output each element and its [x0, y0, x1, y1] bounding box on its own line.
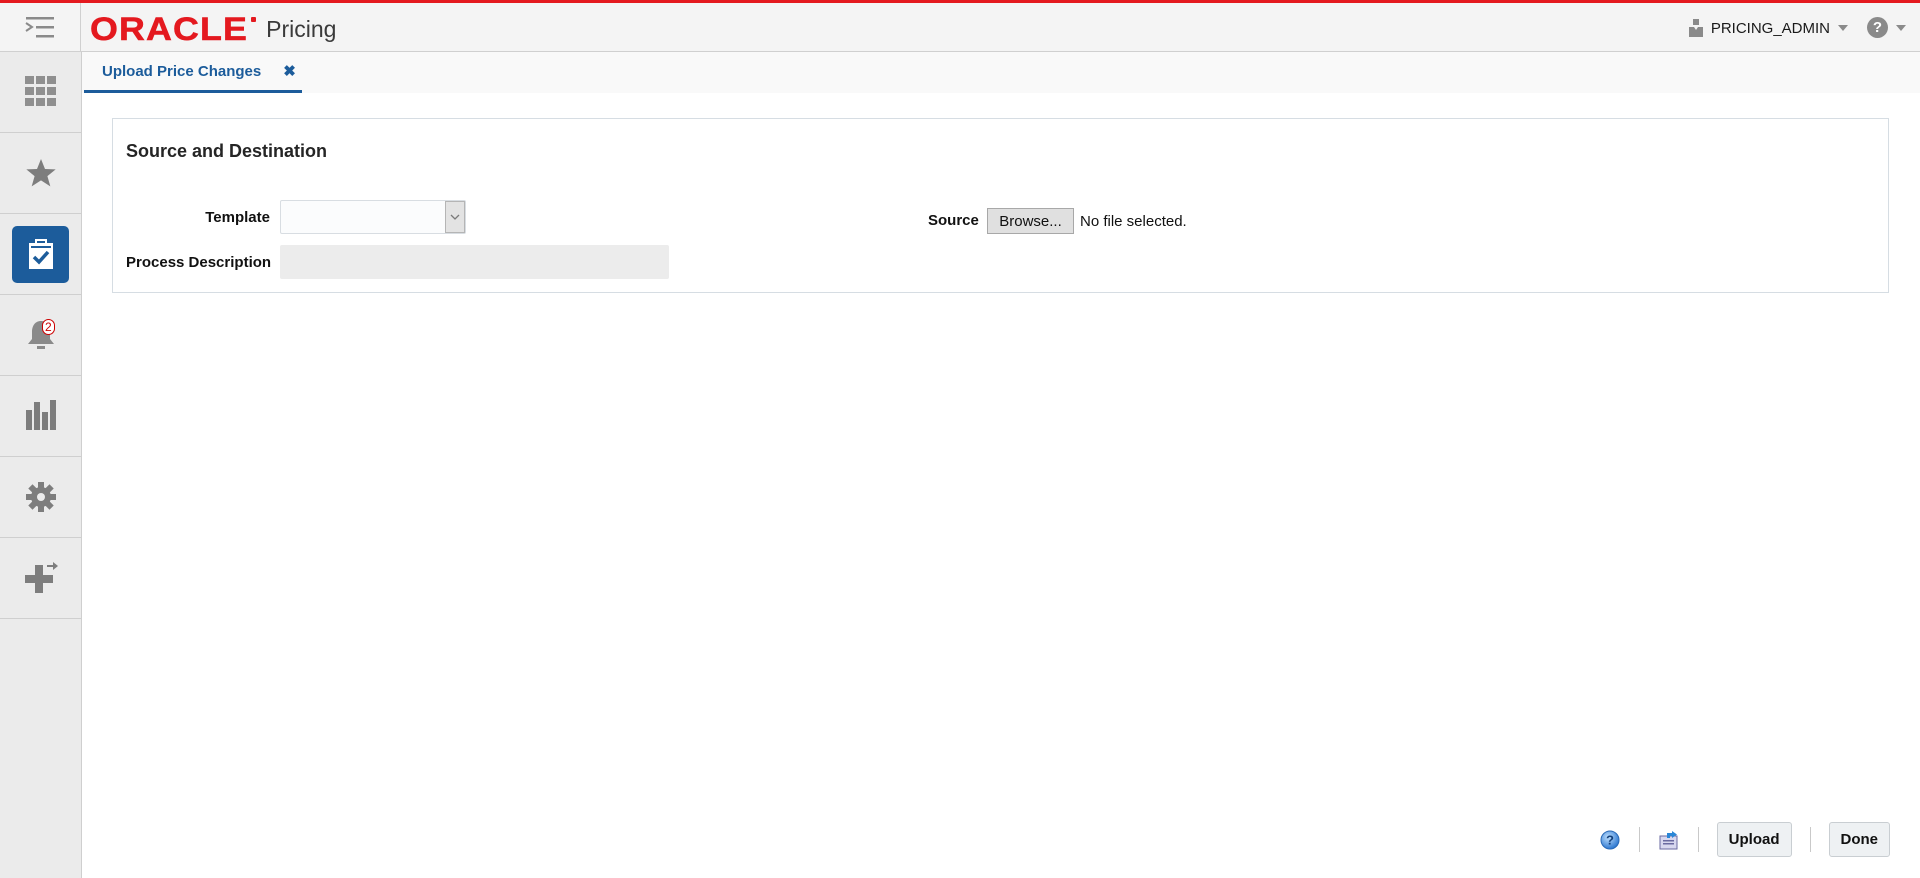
file-status: No file selected. [1080, 213, 1187, 230]
process-description-input[interactable] [280, 245, 669, 279]
sidebar-item-notifications[interactable]: 2 [0, 295, 81, 376]
help-icon: ? [1600, 830, 1620, 849]
upload-button[interactable]: Upload [1716, 822, 1792, 857]
sidebar-item-tasks[interactable] [0, 214, 81, 295]
task-clipboard-icon [28, 239, 53, 269]
tab-label: Upload Price Changes [102, 62, 262, 80]
template-dropdown-button[interactable] [445, 201, 465, 233]
gear-icon [25, 482, 56, 512]
app-logo: ORACLE Pricing [90, 11, 337, 47]
section-title: Source and Destination [126, 141, 328, 161]
template-select[interactable] [280, 200, 466, 234]
sidebar-item-reports[interactable] [0, 376, 81, 457]
chevron-down-icon [450, 214, 460, 220]
active-indicator [12, 225, 69, 283]
footer-actions: ? Upload Done [1599, 822, 1890, 857]
oracle-brand: ORACLE [90, 11, 249, 47]
browse-button[interactable]: Browse... [987, 208, 1074, 234]
source-destination-panel: Source and Destination Template Process … [112, 118, 1889, 293]
help-icon: ? [1867, 17, 1888, 38]
top-bar: ORACLE Pricing PRICING_ADMIN ? [0, 0, 1920, 52]
source-label: Source [928, 212, 979, 229]
user-menu[interactable]: PRICING_ADMIN [1688, 19, 1848, 37]
tab-upload-price-changes[interactable]: Upload Price Changes ✖ [84, 52, 302, 93]
help-button[interactable]: ? [1599, 829, 1621, 851]
process-description-label: Process Description [126, 254, 272, 271]
star-icon [25, 159, 56, 187]
reports-bar-chart-icon [25, 400, 56, 430]
add-plus-icon [24, 562, 58, 593]
apps-grid-icon [24, 76, 56, 106]
tab-strip: Upload Price Changes ✖ [82, 52, 1920, 93]
chevron-down-icon [1896, 24, 1906, 31]
done-button[interactable]: Done [1828, 822, 1890, 857]
sidebar-item-tasks-grid[interactable] [0, 52, 81, 133]
chevron-down-icon [1838, 25, 1848, 31]
separator [1809, 827, 1811, 852]
sidebar-item-favorites[interactable] [0, 133, 81, 214]
sidebar: 2 [0, 52, 82, 878]
sidebar-item-add[interactable] [0, 538, 81, 619]
separator [1638, 827, 1640, 852]
user-icon [1688, 19, 1703, 37]
svg-text:?: ? [1606, 832, 1614, 847]
hamburger-menu-icon [25, 16, 54, 37]
user-name: PRICING_ADMIN [1710, 19, 1830, 37]
separator [1697, 827, 1699, 852]
export-icon [1659, 830, 1678, 849]
app-name: Pricing [266, 15, 337, 42]
close-icon[interactable]: ✖ [283, 62, 296, 80]
template-label: Template [205, 209, 270, 226]
notification-badge: 2 [42, 319, 55, 335]
trademark-dot [251, 16, 257, 22]
sidebar-item-settings[interactable] [0, 457, 81, 538]
export-button[interactable] [1658, 829, 1680, 851]
help-menu[interactable]: ? [1867, 17, 1906, 38]
menu-toggle-button[interactable] [0, 3, 81, 52]
